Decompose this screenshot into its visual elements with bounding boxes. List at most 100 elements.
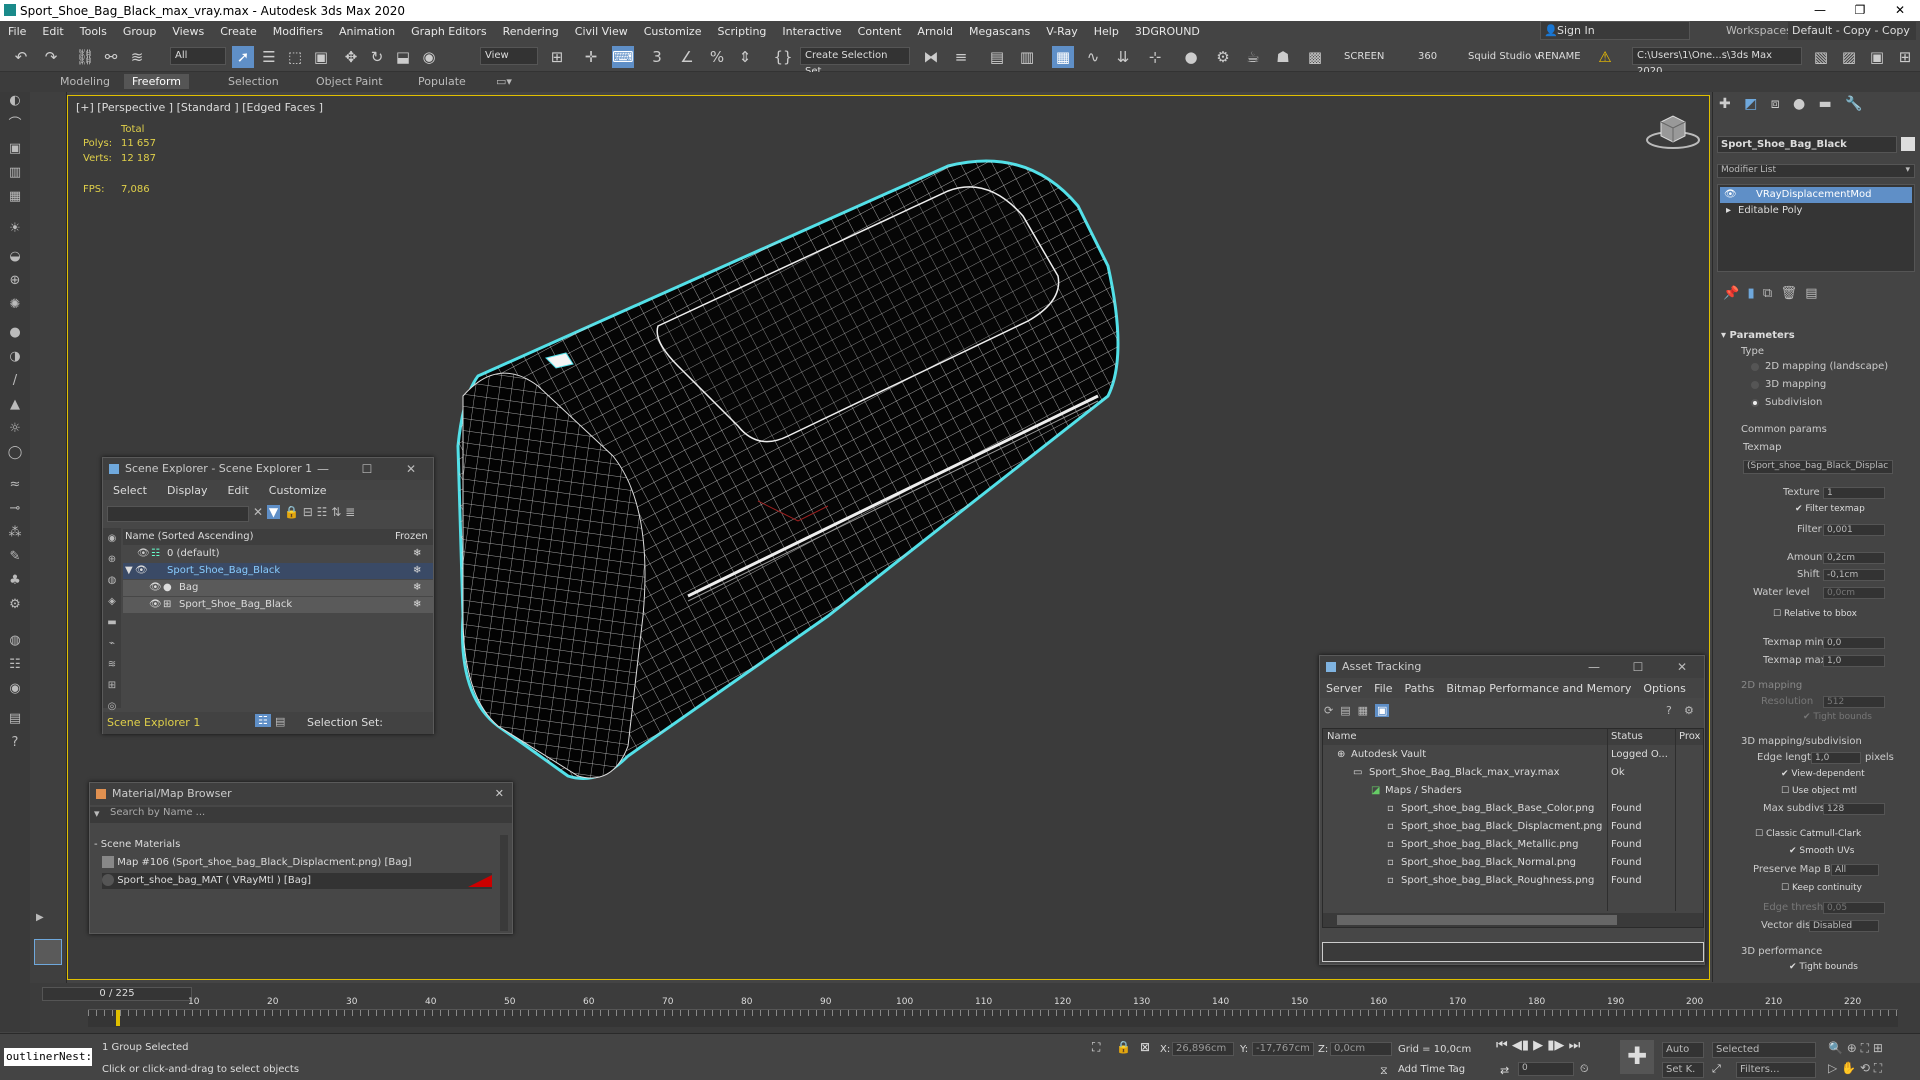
close-button[interactable]: ✕ [389, 458, 433, 480]
column-name[interactable]: Name [1327, 729, 1357, 745]
sort-icon[interactable]: ⇅ [331, 505, 341, 519]
utilities-tab-icon[interactable]: 🔧 [1845, 96, 1862, 112]
bind-spacewarp-icon[interactable]: ≋ [126, 46, 148, 68]
texmap-max-spinner[interactable]: 1,0 [1823, 655, 1885, 667]
radio-2d[interactable] [1751, 363, 1759, 371]
lock-icon[interactable]: 🔒 [284, 505, 299, 519]
menu-create[interactable]: Create [212, 25, 265, 38]
track-bar[interactable] [88, 1009, 1898, 1027]
fov-icon[interactable]: ▷ [1828, 1061, 1837, 1075]
select-object-icon[interactable]: ➚ [232, 46, 254, 68]
viewport-layout-thumb[interactable] [34, 939, 62, 965]
unique-icon[interactable]: ⧉ [1763, 286, 1772, 301]
layers-icon[interactable]: ☷ [6, 656, 24, 674]
zoom-icon[interactable]: 🔍 [1828, 1041, 1843, 1055]
tab-freeform[interactable]: Freeform [124, 74, 189, 89]
render-frame-icon[interactable]: ☕ [1242, 46, 1264, 68]
wave-icon[interactable]: ≈ [6, 476, 24, 494]
spinner-snap-icon[interactable]: ⇕ [734, 46, 756, 68]
isolate-icon[interactable]: ⛶ [1092, 1040, 1100, 1055]
close-button[interactable]: ✕ [495, 783, 504, 805]
radio-subdivision[interactable] [1751, 399, 1759, 407]
percent-snap-icon[interactable]: % [706, 46, 728, 68]
material-item-vraymtl[interactable]: Sport_shoe_bag_MAT ( VRayMtl ) [Bag] [102, 873, 492, 889]
squid-studio-button[interactable]: Squid Studio v [1468, 51, 1540, 62]
time-config-icon[interactable]: ⏲ [1580, 1062, 1589, 1076]
screen-button[interactable]: SCREEN [1344, 51, 1384, 62]
set-key-icon[interactable]: ✚ [1620, 1040, 1654, 1074]
shift-spinner[interactable]: -0,1cm [1823, 569, 1885, 581]
globe-icon[interactable]: ◍ [6, 632, 24, 650]
filter-icon[interactable]: ▼ [266, 505, 281, 519]
texmap-button[interactable]: (Sport_shoe_bag_Black_Displac [1743, 460, 1893, 474]
search-input[interactable] [107, 506, 249, 522]
stack-item-editable-poly[interactable]: ▸ Editable Poly [1720, 203, 1912, 219]
hierarchy-icon[interactable]: ⊟ [303, 505, 313, 519]
edge-length-spinner[interactable]: 1,0 [1811, 752, 1861, 764]
shape-icon[interactable]: ⌒ [6, 116, 24, 134]
menu-animation[interactable]: Animation [331, 25, 403, 38]
layer-icon[interactable]: ☷ [255, 714, 271, 727]
script-icon[interactable]: ▤ [6, 710, 24, 728]
menu-options[interactable]: Options [1637, 682, 1691, 695]
classic-catmull-checkbox[interactable]: ☐ Classic Catmull-Clark [1755, 829, 1861, 839]
vector-displ-dropdown[interactable]: Disabled [1809, 920, 1879, 932]
layers-icon[interactable]: ☷ [317, 505, 328, 519]
workspace-icon[interactable]: ▨ [1838, 46, 1860, 68]
help-icon[interactable]: ? [6, 734, 24, 752]
reference-coord-dropdown[interactable]: View [480, 47, 538, 65]
minimize-button[interactable]: — [1800, 0, 1840, 21]
column-proxy[interactable]: Prox [1679, 729, 1700, 745]
y-coordinate-field[interactable]: -17,767cm [1252, 1042, 1314, 1056]
scale-icon[interactable]: ⬓ [392, 46, 414, 68]
menu-customize[interactable]: Customize [259, 484, 337, 497]
next-frame-icon[interactable]: ▮▶ [1547, 1038, 1564, 1053]
expand-arrow-icon[interactable]: ▶ [36, 912, 46, 926]
asset-row[interactable]: ▫ Sport_shoe_bag_Black_Metallic.png Found [1323, 837, 1703, 853]
move-icon[interactable]: ✥ [340, 46, 362, 68]
parameters-rollout[interactable]: ▾ Parameters [1721, 330, 1795, 341]
snaps-toggle-icon[interactable]: 3 [646, 46, 668, 68]
scene-explorer-icon[interactable]: ▦ [1052, 46, 1074, 68]
go-to-end-icon[interactable]: ⏭ [1569, 1038, 1581, 1053]
add-time-tag[interactable]: Add Time Tag [1398, 1064, 1465, 1075]
texmap-min-spinner[interactable]: 0,0 [1823, 637, 1885, 649]
slash-icon[interactable]: / [6, 372, 24, 390]
pipe-icon[interactable]: ⊸ [6, 500, 24, 518]
edit-named-sets-icon[interactable]: {} [772, 46, 794, 68]
selection-set-icon[interactable]: ▤ [275, 715, 285, 728]
column-frozen[interactable]: Frozen [395, 529, 428, 545]
maximize-button[interactable]: ☐ [1616, 656, 1660, 678]
absolute-mode-icon[interactable]: ⊠ [1140, 1040, 1150, 1054]
menu-help[interactable]: Help [1086, 25, 1127, 38]
view-dependent-checkbox[interactable]: ✔ View-dependent [1781, 769, 1865, 779]
help-icon[interactable]: ? [1666, 704, 1672, 717]
menu-server[interactable]: Server [1320, 682, 1368, 695]
light-icon[interactable]: ☀ [6, 220, 24, 238]
current-frame-field[interactable]: 0 [1518, 1062, 1574, 1076]
tab-populate[interactable]: Populate [410, 74, 474, 89]
water-level-spinner[interactable]: 0,0cm [1823, 587, 1885, 599]
viewport-label[interactable]: [+] [Perspective ] [Standard ] [Edged Fa… [76, 101, 323, 114]
radio-3d[interactable] [1751, 381, 1759, 389]
viewcube[interactable] [1643, 104, 1703, 154]
tree-row-bag[interactable]: 👁 ● Bag ❄ [123, 580, 433, 596]
vray-render-icon[interactable]: ▩ [1304, 46, 1326, 68]
schematic-view-icon[interactable]: ⊹ [1144, 46, 1166, 68]
previous-frame-icon[interactable]: ◀▮ [1512, 1038, 1529, 1053]
menu-interactive[interactable]: Interactive [774, 25, 849, 38]
named-selection-dropdown[interactable]: Create Selection Set [800, 47, 910, 77]
vray-icon[interactable]: ◉ [6, 680, 24, 698]
preserve-map-dropdown[interactable]: All [1831, 864, 1879, 876]
thumb-icon[interactable]: ▣ [1375, 704, 1390, 717]
key-filter-icon[interactable]: ⤢ [1712, 1062, 1721, 1076]
clear-icon[interactable]: ✕ [253, 505, 263, 519]
display-tab-icon[interactable]: ▬ [1819, 96, 1832, 112]
settings-icon[interactable]: ⚙ [1684, 704, 1694, 717]
stack-item-vray-displacement[interactable]: 👁 VRayDisplacementMod [1720, 187, 1912, 203]
resolution-spinner[interactable]: 512 [1823, 696, 1885, 708]
maximize-viewport-icon[interactable]: ⛶ [1874, 1061, 1882, 1075]
material-browser-title[interactable]: Material/Map Browser ✕ [90, 783, 512, 805]
keyboard-shortcut-icon[interactable]: ⌨ [612, 46, 634, 68]
menu-tools[interactable]: Tools [72, 25, 115, 38]
